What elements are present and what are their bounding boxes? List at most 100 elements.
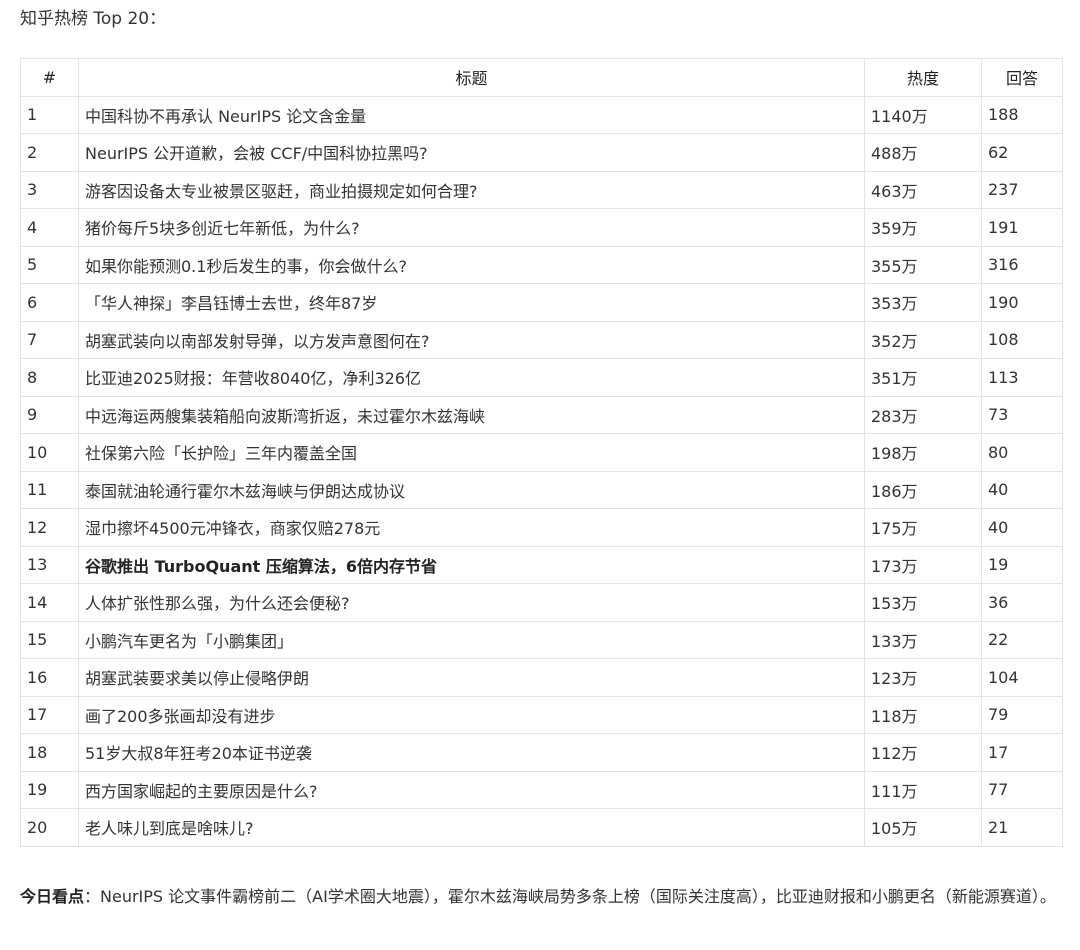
title-cell: 中远海运两艘集装箱船向波斯湾折返，未过霍尔木兹海峡 bbox=[78, 395, 865, 434]
heat-cell: 351万 bbox=[864, 358, 982, 397]
table-row: 14 人体扩张性那么强，为什么还会便秘? 153万 36 bbox=[20, 583, 1063, 622]
rank-cell: 10 bbox=[20, 433, 79, 472]
heat-cell: 283万 bbox=[864, 395, 982, 434]
title-cell: 游客因设备太专业被景区驱赶，商业拍摄规定如何合理? bbox=[78, 170, 865, 209]
table-row: 5 如果你能预测0.1秒后发生的事，你会做什么? 355万 316 bbox=[20, 245, 1063, 284]
title-cell: 西方国家崛起的主要原因是什么? bbox=[78, 770, 865, 809]
header-rank: # bbox=[20, 58, 79, 97]
heat-cell: 112万 bbox=[864, 733, 982, 772]
header-title: 标题 bbox=[78, 58, 865, 97]
answers-cell: 191 bbox=[981, 208, 1063, 247]
table-row: 2 NeurIPS 公开道歉，会被 CCF/中国科协拉黑吗? 488万 62 bbox=[20, 133, 1063, 172]
answers-cell: 73 bbox=[981, 395, 1063, 434]
table-row: 18 51岁大叔8年狂考20本证书逆袭 112万 17 bbox=[20, 733, 1063, 772]
rank-cell: 7 bbox=[20, 320, 79, 359]
rank-cell: 20 bbox=[20, 808, 79, 847]
answers-cell: 36 bbox=[981, 583, 1063, 622]
heat-cell: 1140万 bbox=[864, 95, 982, 134]
table-row: 7 胡塞武装向以南部发射导弹，以方发声意图何在? 352万 108 bbox=[20, 320, 1063, 359]
answers-cell: 21 bbox=[981, 808, 1063, 847]
summary-text: ：NeurIPS 论文事件霸榜前二（AI学术圈大地震），霍尔木兹海峡局势多条上榜… bbox=[84, 887, 1056, 906]
rank-cell: 9 bbox=[20, 395, 79, 434]
intro-text: 知乎热榜 Top 20： bbox=[20, 9, 167, 29]
answers-cell: 40 bbox=[981, 470, 1063, 509]
rank-cell: 5 bbox=[20, 245, 79, 284]
heat-cell: 111万 bbox=[864, 770, 982, 809]
heat-cell: 198万 bbox=[864, 433, 982, 472]
answers-cell: 17 bbox=[981, 733, 1063, 772]
rank-cell: 12 bbox=[20, 508, 79, 547]
title-cell: 比亚迪2025财报：年营收8040亿，净利326亿 bbox=[78, 358, 865, 397]
answers-cell: 237 bbox=[981, 170, 1063, 209]
heat-cell: 173万 bbox=[864, 545, 982, 584]
hot-list-table: # 标题 热度 回答 1 中国科协不再承认 NeurIPS 论文含金量 1140万 1… bbox=[20, 58, 1063, 847]
daily-summary: 今日看点：NeurIPS 论文事件霸榜前二（AI学术圈大地震），霍尔木兹海峡局势… bbox=[20, 884, 1064, 910]
table-row: 3 游客因设备太专业被景区驱赶，商业拍摄规定如何合理? 463万 237 bbox=[20, 170, 1063, 209]
heat-cell: 175万 bbox=[864, 508, 982, 547]
answers-cell: 108 bbox=[981, 320, 1063, 359]
rank-cell: 3 bbox=[20, 170, 79, 209]
title-cell: 湿巾擦坏4500元冲锋衣，商家仅赔278元 bbox=[78, 508, 865, 547]
rank-cell: 4 bbox=[20, 208, 79, 247]
heat-cell: 488万 bbox=[864, 133, 982, 172]
answers-cell: 104 bbox=[981, 658, 1063, 697]
table-header-row: # 标题 热度 回答 bbox=[20, 58, 1063, 97]
rank-cell: 13 bbox=[20, 545, 79, 584]
rank-cell: 16 bbox=[20, 658, 79, 697]
rank-cell: 15 bbox=[20, 620, 79, 659]
answers-cell: 316 bbox=[981, 245, 1063, 284]
table-row: 12 湿巾擦坏4500元冲锋衣，商家仅赔278元 175万 40 bbox=[20, 508, 1063, 547]
answers-cell: 113 bbox=[981, 358, 1063, 397]
answers-cell: 79 bbox=[981, 695, 1063, 734]
title-cell: 画了200多张画却没有进步 bbox=[78, 695, 865, 734]
title-cell: 老人味儿到底是啥味儿? bbox=[78, 808, 865, 847]
rank-cell: 17 bbox=[20, 695, 79, 734]
heat-cell: 355万 bbox=[864, 245, 982, 284]
table-row: 20 老人味儿到底是啥味儿? 105万 21 bbox=[20, 808, 1063, 847]
answers-cell: 19 bbox=[981, 545, 1063, 584]
answers-cell: 40 bbox=[981, 508, 1063, 547]
table-row: 19 西方国家崛起的主要原因是什么? 111万 77 bbox=[20, 770, 1063, 809]
title-cell: 小鹏汽车更名为「小鹏集团」 bbox=[78, 620, 865, 659]
heat-cell: 123万 bbox=[864, 658, 982, 697]
answers-cell: 188 bbox=[981, 95, 1063, 134]
table-row: 13 谷歌推出 TurboQuant 压缩算法，6倍内存节省 173万 19 bbox=[20, 545, 1063, 584]
heat-cell: 463万 bbox=[864, 170, 982, 209]
table-row: 15 小鹏汽车更名为「小鹏集团」 133万 22 bbox=[20, 620, 1063, 659]
heat-cell: 153万 bbox=[864, 583, 982, 622]
answers-cell: 77 bbox=[981, 770, 1063, 809]
table-row: 1 中国科协不再承认 NeurIPS 论文含金量 1140万 188 bbox=[20, 95, 1063, 134]
title-cell: 胡塞武装要求美以停止侵略伊朗 bbox=[78, 658, 865, 697]
table-row: 16 胡塞武装要求美以停止侵略伊朗 123万 104 bbox=[20, 658, 1063, 697]
header-answers: 回答 bbox=[981, 58, 1063, 97]
rank-cell: 14 bbox=[20, 583, 79, 622]
table-row: 8 比亚迪2025财报：年营收8040亿，净利326亿 351万 113 bbox=[20, 358, 1063, 397]
answers-cell: 22 bbox=[981, 620, 1063, 659]
table-row: 10 社保第六险「长护险」三年内覆盖全国 198万 80 bbox=[20, 433, 1063, 472]
title-cell: 51岁大叔8年狂考20本证书逆袭 bbox=[78, 733, 865, 772]
table-row: 4 猪价每斤5块多创近七年新低，为什么? 359万 191 bbox=[20, 208, 1063, 247]
table-row: 17 画了200多张画却没有进步 118万 79 bbox=[20, 695, 1063, 734]
heat-cell: 352万 bbox=[864, 320, 982, 359]
rank-cell: 18 bbox=[20, 733, 79, 772]
heat-cell: 186万 bbox=[864, 470, 982, 509]
summary-lead: 今日看点 bbox=[20, 887, 85, 906]
title-cell: 谷歌推出 TurboQuant 压缩算法，6倍内存节省 bbox=[78, 545, 865, 584]
table-row: 11 泰国就油轮通行霍尔木兹海峡与伊朗达成协议 186万 40 bbox=[20, 470, 1063, 509]
header-heat: 热度 bbox=[864, 58, 982, 97]
title-cell: 泰国就油轮通行霍尔木兹海峡与伊朗达成协议 bbox=[78, 470, 865, 509]
title-cell: 中国科协不再承认 NeurIPS 论文含金量 bbox=[78, 95, 865, 134]
heat-cell: 105万 bbox=[864, 808, 982, 847]
rank-cell: 8 bbox=[20, 358, 79, 397]
rank-cell: 1 bbox=[20, 95, 79, 134]
heat-cell: 133万 bbox=[864, 620, 982, 659]
heat-cell: 359万 bbox=[864, 208, 982, 247]
heat-cell: 353万 bbox=[864, 283, 982, 322]
title-cell: 「华人神探」李昌钰博士去世，终年87岁 bbox=[78, 283, 865, 322]
title-cell: 如果你能预测0.1秒后发生的事，你会做什么? bbox=[78, 245, 865, 284]
answers-cell: 62 bbox=[981, 133, 1063, 172]
title-cell: 人体扩张性那么强，为什么还会便秘? bbox=[78, 583, 865, 622]
rank-cell: 19 bbox=[20, 770, 79, 809]
heat-cell: 118万 bbox=[864, 695, 982, 734]
title-cell: 猪价每斤5块多创近七年新低，为什么? bbox=[78, 208, 865, 247]
